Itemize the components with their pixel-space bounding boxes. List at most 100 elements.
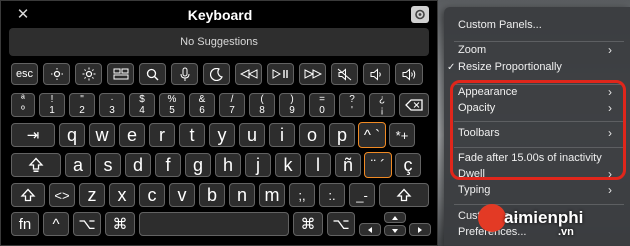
menu-item-zoom[interactable]: Zoom › [444, 42, 630, 59]
arrow-left-key[interactable] [359, 223, 381, 236]
key-m[interactable]: m [259, 183, 285, 207]
key-u[interactable]: u [239, 123, 265, 147]
volume-down-key[interactable] [363, 63, 390, 85]
key-ordinal[interactable]: ªº [11, 93, 35, 117]
key-3[interactable]: · 3 [99, 93, 125, 117]
arrow-right-key[interactable] [409, 223, 431, 236]
key-2[interactable]: " 2 [69, 93, 95, 117]
esc-key[interactable]: esc [11, 63, 38, 85]
key-label: u [246, 124, 257, 145]
key-hyphen[interactable]: _- [349, 183, 375, 207]
key-l[interactable]: l [305, 153, 331, 177]
caps-lock-key[interactable] [11, 153, 61, 177]
option-icon: ⌥ [332, 216, 350, 233]
brightness-down-key[interactable] [43, 63, 70, 85]
key-y[interactable]: y [209, 123, 235, 147]
left-option-key[interactable]: ⌥ [73, 212, 101, 236]
key-p[interactable]: p [329, 123, 355, 147]
window-title: Keyboard [187, 7, 253, 23]
key-c[interactable]: c [139, 183, 165, 207]
key-period[interactable]: :. [319, 183, 345, 207]
right-command-key[interactable]: ⌘ [293, 212, 323, 236]
do-not-disturb-key[interactable] [203, 63, 230, 85]
mute-key[interactable] [331, 63, 358, 85]
shift-icon [396, 188, 412, 202]
key-0[interactable]: = 0 [309, 93, 335, 117]
microphone-icon [180, 67, 189, 81]
key-comma[interactable]: ;, [289, 183, 315, 207]
key-plus[interactable]: *+ [389, 123, 415, 147]
play-pause-key[interactable] [267, 63, 294, 85]
volume-up-key[interactable] [395, 63, 423, 85]
key-1[interactable]: ! 1 [39, 93, 65, 117]
delete-key[interactable] [399, 93, 429, 117]
mission-control-key[interactable] [107, 63, 134, 85]
key-enye[interactable]: ñ [335, 153, 361, 177]
menu-item-label: Resize Proportionally [458, 61, 562, 73]
tab-key[interactable]: ⇥ [11, 123, 55, 147]
arrow-down-icon [392, 228, 398, 233]
key-cedilla[interactable]: ç [395, 153, 421, 177]
key-7[interactable]: /7 [219, 93, 245, 117]
key-d[interactable]: d [125, 153, 151, 177]
left-shift-key[interactable] [11, 183, 45, 207]
key-diaeresis-acute[interactable]: ¨ ´ [364, 152, 392, 178]
left-command-key[interactable]: ⌘ [105, 212, 135, 236]
key-8[interactable]: (8 [249, 93, 275, 117]
key-label: y [217, 124, 227, 145]
key-q[interactable]: q [59, 123, 85, 147]
key-bottom: 4 [139, 105, 145, 116]
fn-key[interactable]: fn [11, 212, 39, 236]
arrow-right-icon [418, 226, 422, 233]
annotation-highlight-box [450, 80, 626, 180]
key-e[interactable]: e [119, 123, 145, 147]
key-exclamation[interactable]: ¿ ¡ [369, 93, 395, 117]
control-key[interactable]: ^ [43, 212, 69, 236]
key-angle-brackets[interactable]: <> [49, 183, 75, 207]
key-caret-grave[interactable]: ^ ` [358, 122, 386, 148]
key-k[interactable]: k [275, 153, 301, 177]
brightness-up-icon [82, 67, 95, 81]
options-menu-button[interactable] [411, 6, 429, 23]
key-i[interactable]: i [269, 123, 295, 147]
key-h[interactable]: h [215, 153, 241, 177]
menu-item-resize-proportionally[interactable]: ✓ Resize Proportionally [444, 59, 630, 76]
key-5[interactable]: % 5 [159, 93, 185, 117]
key-bottom: 1 [49, 105, 55, 116]
key-b[interactable]: b [199, 183, 225, 207]
right-option-key[interactable]: ⌥ [327, 212, 355, 236]
chevron-right-icon: › [608, 183, 612, 197]
key-v[interactable]: v [169, 183, 195, 207]
dictation-key[interactable] [171, 63, 198, 85]
key-t[interactable]: t [179, 123, 205, 147]
option-icon: ⌥ [78, 216, 96, 233]
key-g[interactable]: g [185, 153, 211, 177]
space-bar[interactable] [139, 212, 289, 236]
spotlight-key[interactable] [139, 63, 166, 85]
menu-item-typing[interactable]: Typing › [444, 182, 630, 199]
key-label: g [192, 154, 203, 175]
key-x[interactable]: x [109, 183, 135, 207]
key-z[interactable]: z [79, 183, 105, 207]
key-f[interactable]: f [155, 153, 181, 177]
brightness-up-key[interactable] [75, 63, 102, 85]
key-a[interactable]: a [65, 153, 91, 177]
key-w[interactable]: w [89, 123, 115, 147]
key-4[interactable]: $4 [129, 93, 155, 117]
fast-forward-key[interactable] [299, 63, 326, 85]
key-s[interactable]: s [95, 153, 121, 177]
key-apostrophe[interactable]: ? ' [339, 93, 365, 117]
key-9[interactable]: ) 9 [279, 93, 305, 117]
menu-item-custom-panels[interactable]: Custom Panels... [444, 17, 630, 34]
key-r[interactable]: r [149, 123, 175, 147]
key-n[interactable]: n [229, 183, 255, 207]
key-top: $ [139, 94, 145, 105]
right-shift-key[interactable] [379, 183, 429, 207]
rewind-key[interactable] [235, 63, 262, 85]
key-j[interactable]: j [245, 153, 271, 177]
arrow-down-key[interactable] [384, 225, 406, 236]
arrow-up-key[interactable] [384, 212, 406, 223]
key-6[interactable]: & 6 [189, 93, 215, 117]
key-o[interactable]: o [299, 123, 325, 147]
key-label: w [95, 124, 109, 145]
